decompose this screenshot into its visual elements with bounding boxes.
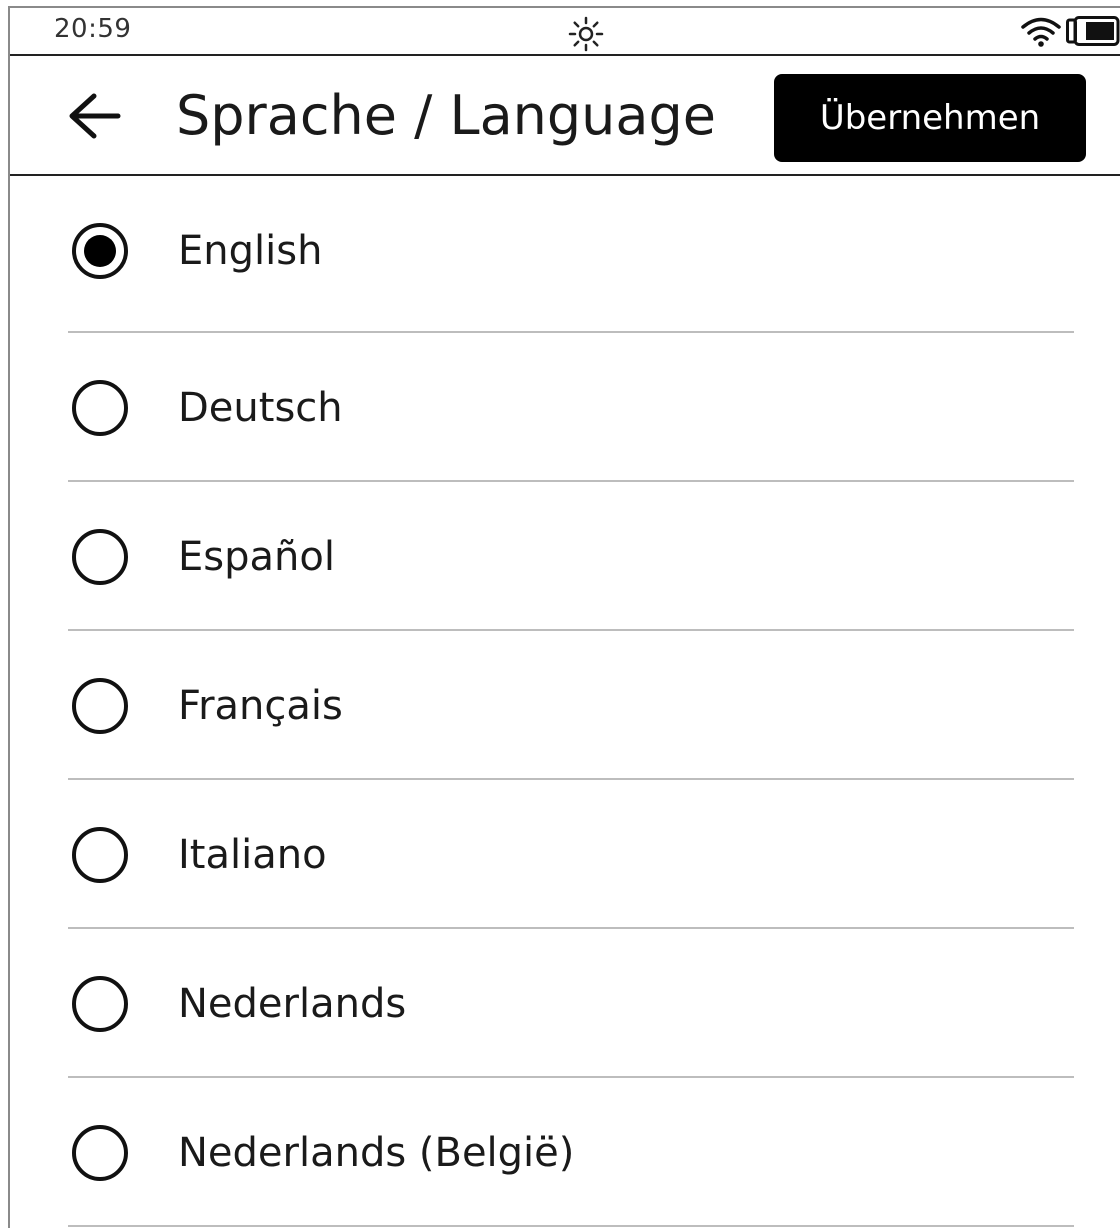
language-label: English bbox=[178, 227, 323, 274]
battery-icon bbox=[1066, 16, 1120, 46]
status-time: 20:59 bbox=[54, 14, 132, 44]
language-option-deutsch[interactable]: Deutsch bbox=[10, 333, 1120, 482]
language-label: Español bbox=[178, 533, 335, 580]
page-title: Sprache / Language bbox=[176, 84, 716, 147]
status-bar: 20:59 bbox=[10, 8, 1120, 56]
language-option-nederlands-belgie[interactable]: Nederlands (België) bbox=[10, 1078, 1120, 1227]
wifi-icon[interactable] bbox=[1020, 16, 1062, 48]
language-option-nederlands[interactable]: Nederlands bbox=[10, 929, 1120, 1078]
language-label: Deutsch bbox=[178, 384, 343, 431]
language-label: Nederlands (België) bbox=[178, 1129, 575, 1176]
language-option-espanol[interactable]: Español bbox=[10, 482, 1120, 631]
frontlight-icon[interactable] bbox=[566, 14, 606, 54]
radio-unselected-icon[interactable] bbox=[72, 975, 128, 1032]
radio-unselected-icon[interactable] bbox=[72, 379, 128, 436]
language-option-english[interactable]: English bbox=[10, 176, 1120, 333]
radio-unselected-icon[interactable] bbox=[72, 1124, 128, 1181]
language-list: English Deutsch Español Français Italian… bbox=[10, 176, 1120, 1227]
radio-unselected-icon[interactable] bbox=[72, 677, 128, 734]
language-label: Français bbox=[178, 682, 343, 729]
radio-unselected-icon[interactable] bbox=[72, 826, 128, 883]
language-label: Nederlands bbox=[178, 980, 407, 1027]
apply-button[interactable]: Übernehmen bbox=[774, 74, 1086, 162]
language-option-francais[interactable]: Français bbox=[10, 631, 1120, 780]
back-arrow-icon[interactable] bbox=[60, 84, 124, 148]
radio-selected-icon[interactable] bbox=[72, 222, 128, 279]
language-option-italiano[interactable]: Italiano bbox=[10, 780, 1120, 929]
radio-unselected-icon[interactable] bbox=[72, 528, 128, 585]
language-label: Italiano bbox=[178, 831, 327, 878]
header-bar: Sprache / Language Übernehmen bbox=[10, 56, 1120, 176]
device-screen: 20:59 Sprache / Language Übernehmen Engl… bbox=[8, 6, 1120, 1228]
